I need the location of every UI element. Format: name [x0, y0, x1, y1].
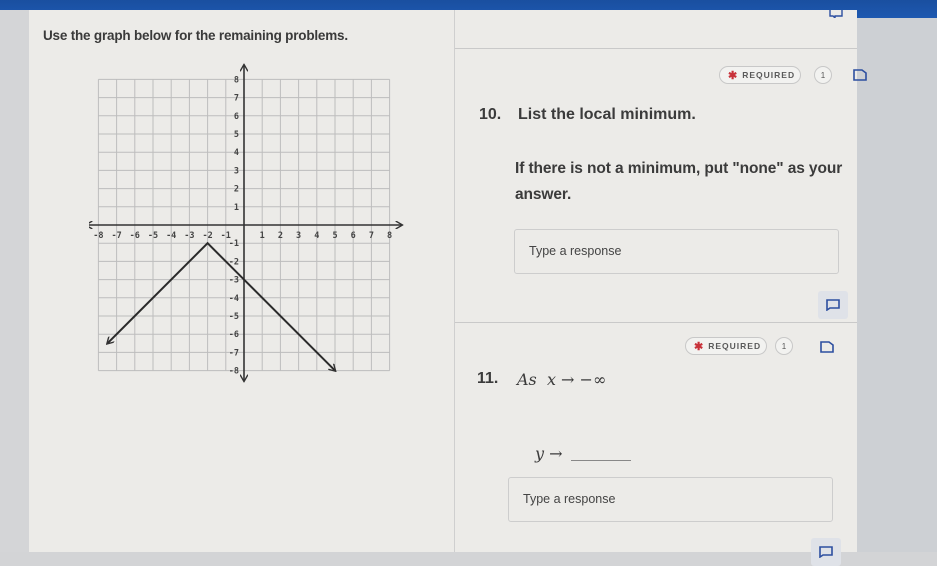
- x-tick-label: 2: [278, 231, 283, 241]
- question-prompt: As x → −∞: [517, 370, 606, 389]
- y-tick-label: -1: [229, 239, 239, 249]
- flag-icon[interactable]: [820, 341, 834, 353]
- divider: [455, 322, 857, 323]
- points-badge: 1: [814, 66, 832, 84]
- assessment-page: Use the graph below for the remaining pr…: [29, 10, 857, 552]
- questions-panel: ✱ REQUIRED 1 10. List the local minimum.…: [455, 10, 857, 552]
- y-tick-label: 6: [234, 112, 239, 122]
- answer-blank: [571, 460, 631, 461]
- left-margin: [0, 10, 30, 552]
- required-label: REQUIRED: [708, 341, 761, 351]
- x-tick-label: 8: [387, 231, 392, 241]
- x-tick-label: 6: [351, 231, 356, 241]
- required-label: REQUIRED: [742, 70, 795, 80]
- x-tick-label: -2: [202, 231, 212, 241]
- response-input[interactable]: Type a response: [514, 229, 839, 274]
- answer-line: y →: [535, 444, 631, 463]
- comment-button[interactable]: [818, 291, 848, 319]
- question-subtext: If there is not a minimum, put "none" as…: [515, 156, 845, 208]
- flag-icon[interactable]: [853, 69, 867, 81]
- y-tick-label: -6: [229, 330, 239, 340]
- prompt-prefix: As: [517, 370, 537, 389]
- question-number: 10.: [479, 106, 501, 124]
- required-star-icon: ✱: [694, 340, 704, 353]
- question-prompt: List the local minimum.: [518, 106, 696, 124]
- stem-panel: Use the graph below for the remaining pr…: [29, 10, 455, 552]
- y-tick-label: -3: [229, 276, 239, 286]
- y-tick-label: 8: [234, 75, 239, 85]
- comment-icon: [826, 299, 840, 311]
- stem-instruction: Use the graph below for the remaining pr…: [43, 28, 348, 43]
- y-tick-label: 3: [234, 166, 239, 176]
- y-tick-label: -7: [229, 348, 239, 358]
- points-badge: 1: [775, 337, 793, 355]
- right-margin: [857, 18, 937, 552]
- y-tick-label: -4: [229, 294, 239, 304]
- prompt-math: x → −∞: [547, 370, 606, 389]
- x-tick-label: -8: [93, 231, 103, 241]
- x-tick-label: 5: [332, 231, 337, 241]
- y-tick-label: -8: [229, 367, 239, 377]
- comment-button[interactable]: [811, 538, 841, 566]
- required-badge: ✱ REQUIRED: [719, 66, 801, 84]
- x-tick-label: 7: [369, 231, 374, 241]
- comment-icon: [819, 546, 833, 558]
- y-tick-label: 1: [234, 203, 239, 213]
- x-tick-label: -3: [184, 231, 194, 241]
- x-tick-label: -4: [166, 231, 176, 241]
- question-number: 11.: [477, 370, 498, 388]
- x-tick-label: -6: [130, 231, 140, 241]
- required-badge: ✱ REQUIRED: [685, 337, 767, 355]
- x-tick-label: 3: [296, 231, 301, 241]
- x-tick-label: 4: [314, 231, 319, 241]
- y-tick-label: -5: [229, 312, 239, 322]
- comment-icon[interactable]: [829, 10, 843, 18]
- x-tick-label: 1: [260, 231, 265, 241]
- divider: [455, 48, 857, 49]
- response-input[interactable]: Type a response: [508, 477, 833, 522]
- required-star-icon: ✱: [728, 69, 738, 82]
- function-line: [108, 243, 336, 370]
- x-tick-label: -7: [111, 231, 121, 241]
- x-tick-label: -5: [148, 231, 158, 241]
- y-tick-label: 2: [234, 185, 239, 195]
- coordinate-graph: -8-7-6-5-4-3-2-11234567887654321-1-2-3-4…: [89, 60, 419, 390]
- y-tick-label: 5: [234, 130, 239, 140]
- y-tick-label: 7: [234, 94, 239, 104]
- y-tick-label: 4: [234, 148, 239, 158]
- answer-prefix: y →: [535, 444, 563, 463]
